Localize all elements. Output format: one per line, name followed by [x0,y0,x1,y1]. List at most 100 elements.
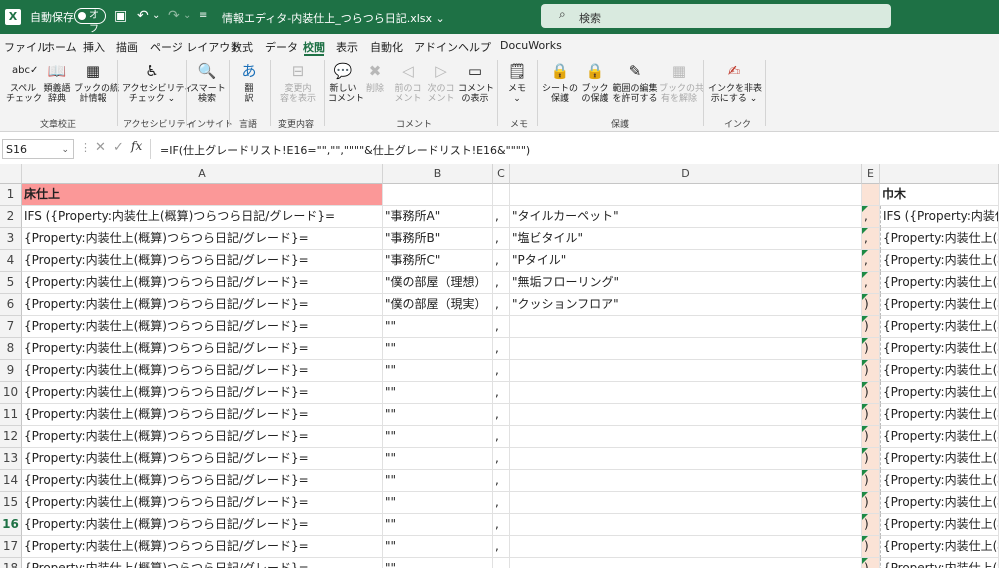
undo-dropdown-icon[interactable]: ⌄ [152,7,160,25]
cell-d6[interactable]: "クッションフロア" [510,294,862,316]
cell-e12[interactable]: ) [862,426,880,448]
next-comment-button[interactable]: ▷ 次のコ メント [426,60,456,104]
row-header[interactable]: 1 [0,184,22,206]
chevron-down-icon[interactable]: ⌄ [61,140,69,160]
cell-c5[interactable]: , [493,272,510,294]
cell-e3[interactable]: , [862,228,880,250]
thesaurus-button[interactable]: 📖 類義語 辞典 [42,60,72,104]
cell-c4[interactable]: , [493,250,510,272]
cell-b17[interactable]: "" [383,536,493,558]
cell-c13[interactable]: , [493,448,510,470]
cell-f17[interactable]: {Property:内装仕上(概算 [880,536,999,558]
cell-c12[interactable]: , [493,426,510,448]
cell-f5[interactable]: {Property:内装仕上(概算 [880,272,999,294]
cell-c14[interactable]: , [493,470,510,492]
cell-d3[interactable]: "塩ビタイル" [510,228,862,250]
column-header-e[interactable]: E [862,164,880,184]
cell-b12[interactable]: "" [383,426,493,448]
cell-a1[interactable]: 床仕上 [22,184,383,206]
delete-comment-button[interactable]: ✖ 削除 [362,60,388,94]
formula-input[interactable]: =IF(仕上グレードリスト!E16="","",""""&仕上グレードリスト!E… [160,142,530,158]
smart-lookup-button[interactable]: 🔍 スマート 検索 [190,60,226,104]
row-header[interactable]: 7 [0,316,22,338]
cell-f14[interactable]: {Property:内装仕上(概算 [880,470,999,492]
tab-review[interactable]: 校閲 [303,39,325,55]
tab-data[interactable]: データ [265,39,298,55]
row-header[interactable]: 12 [0,426,22,448]
cell-a10[interactable]: {Property:内装仕上(概算)つらつら日記/グレード}= [22,382,383,404]
cell-b14[interactable]: "" [383,470,493,492]
cell-b4[interactable]: "事務所C" [383,250,493,272]
row-header[interactable]: 10 [0,382,22,404]
protect-sheet-button[interactable]: 🔒 シートの 保護 [541,60,579,104]
cell-d15[interactable] [510,492,862,514]
column-header-d[interactable]: D [510,164,862,184]
tab-addins[interactable]: アドイン [414,39,458,55]
cell-c7[interactable]: , [493,316,510,338]
cell-e15[interactable]: ) [862,492,880,514]
cell-b10[interactable]: "" [383,382,493,404]
save-icon[interactable]: ▣ [114,7,127,25]
tab-insert[interactable]: 挿入 [83,39,105,55]
enter-icon[interactable]: ✓ [113,140,124,155]
cell-b16[interactable]: "" [383,514,493,536]
cell-b2[interactable]: "事務所A" [383,206,493,228]
document-title[interactable]: 情報エディタ-内装仕上_つらつら日記.xlsx ⌄ [222,10,445,26]
cell-e14[interactable]: ) [862,470,880,492]
cell-a6[interactable]: {Property:内装仕上(概算)つらつら日記/グレード}= [22,294,383,316]
cell-c17[interactable]: , [493,536,510,558]
tab-home[interactable]: ホーム [44,39,77,55]
cell-e13[interactable]: ) [862,448,880,470]
cell-a15[interactable]: {Property:内装仕上(概算)つらつら日記/グレード}= [22,492,383,514]
cell-a8[interactable]: {Property:内装仕上(概算)つらつら日記/グレード}= [22,338,383,360]
cell-a11[interactable]: {Property:内装仕上(概算)つらつら日記/グレード}= [22,404,383,426]
cell-e1[interactable] [862,184,880,206]
cell-f15[interactable]: {Property:内装仕上(概算 [880,492,999,514]
row-header[interactable]: 18 [0,558,22,568]
cell-d16[interactable] [510,514,862,536]
cell-f18[interactable]: {Property:内装仕上(概算 [880,558,999,568]
cell-a18[interactable]: {Property:内装仕上(概算)つらつら日記/グレード}= [22,558,383,568]
cell-c18[interactable]: , [493,558,510,568]
cell-e18[interactable]: ) [862,558,880,568]
cell-f9[interactable]: {Property:内装仕上(概算 [880,360,999,382]
hide-ink-button[interactable]: ✍ インクを非表 示にする ⌄ [708,60,762,104]
cell-c9[interactable]: , [493,360,510,382]
search-box[interactable]: ⌕ 検索 [541,4,891,28]
cell-b8[interactable]: "" [383,338,493,360]
cell-c15[interactable]: , [493,492,510,514]
tab-docuworks[interactable]: DocuWorks [500,39,562,52]
cell-e10[interactable]: ) [862,382,880,404]
cell-e17[interactable]: ) [862,536,880,558]
cell-f3[interactable]: {Property:内装仕上(概算 [880,228,999,250]
cell-a16[interactable]: {Property:内装仕上(概算)つらつら日記/グレード}= [22,514,383,536]
column-header-c[interactable]: C [493,164,510,184]
row-header[interactable]: 15 [0,492,22,514]
new-comment-button[interactable]: 💬 新しい コメント [328,60,364,104]
column-header-f[interactable] [880,164,999,184]
cell-f13[interactable]: {Property:内装仕上(概算 [880,448,999,470]
cell-b11[interactable]: "" [383,404,493,426]
cell-e11[interactable]: ) [862,404,880,426]
cell-b15[interactable]: "" [383,492,493,514]
protect-workbook-button[interactable]: 🔒 ブック の保護 [580,60,610,104]
select-all-corner[interactable] [0,164,22,184]
cell-e16[interactable]: ) [862,514,880,536]
cell-f4[interactable]: {Property:内装仕上(概算 [880,250,999,272]
cell-a4[interactable]: {Property:内装仕上(概算)つらつら日記/グレード}= [22,250,383,272]
show-comments-button[interactable]: ▭ コメント の表示 [458,60,494,104]
notes-button[interactable]: 🗒 メモ ⌄ [503,60,531,104]
row-header[interactable]: 11 [0,404,22,426]
cell-d5[interactable]: "無垢フローリング" [510,272,862,294]
cell-d17[interactable] [510,536,862,558]
cell-f1[interactable]: 巾木 [880,184,999,206]
tab-file[interactable]: ファイル [4,39,48,55]
cell-b13[interactable]: "" [383,448,493,470]
customize-toolbar-icon[interactable]: ≡ [199,7,207,25]
cell-a9[interactable]: {Property:内装仕上(概算)つらつら日記/グレード}= [22,360,383,382]
row-header[interactable]: 13 [0,448,22,470]
cell-c10[interactable]: , [493,382,510,404]
tab-formulas[interactable]: 数式 [231,39,253,55]
cell-b7[interactable]: "" [383,316,493,338]
cell-b5[interactable]: "僕の部屋（理想） [383,272,493,294]
